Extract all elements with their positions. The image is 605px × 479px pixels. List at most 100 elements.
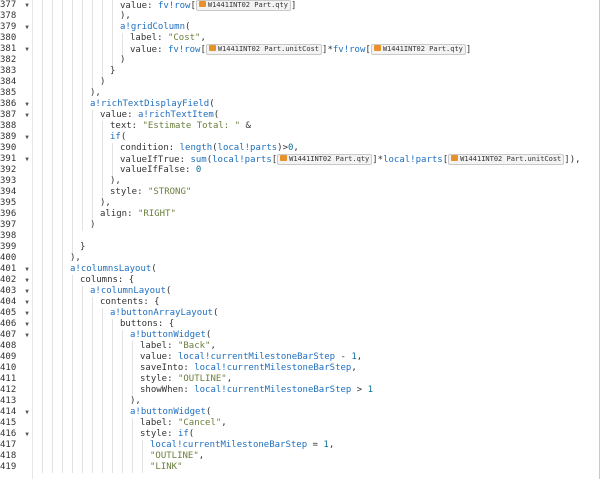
code-token: )	[100, 77, 106, 87]
code-line[interactable]: 400),	[0, 253, 598, 264]
fold-toggle-icon[interactable]: ▼	[23, 132, 31, 143]
code-line[interactable]: 393),	[0, 176, 598, 187]
indent-guide	[122, 33, 123, 44]
code-line[interactable]: 410 saveInto: local!currentMilestoneBarSt…	[0, 363, 598, 374]
record-field-chip[interactable]: W1441INT02 Part.qty	[195, 0, 291, 11]
fold-toggle-icon[interactable]: ▼	[23, 308, 31, 319]
fold-toggle-icon[interactable]: ▼	[23, 429, 31, 440]
indent-guide	[112, 44, 113, 55]
record-type-icon	[208, 45, 216, 51]
indent-guide	[112, 330, 113, 341]
fold-toggle-icon[interactable]: ▼	[23, 297, 31, 308]
line-number: 416	[0, 429, 17, 439]
indent-guide	[52, 132, 53, 143]
code-line[interactable]: 414 ▼ a!buttonWidget(	[0, 407, 598, 418]
record-field-chip[interactable]: W1441INT02 Part.unitCost	[205, 44, 323, 55]
code-line[interactable]: 415 label: "Cancel",	[0, 418, 598, 429]
code-line[interactable]: 405 ▼ a!buttonArrayLayout(	[0, 308, 598, 319]
indent-guide	[82, 110, 83, 121]
fold-toggle-icon[interactable]: ▼	[23, 110, 31, 121]
code-line[interactable]: 413),	[0, 396, 598, 407]
code-line[interactable]: 378),	[0, 11, 598, 22]
indent-guide	[62, 429, 63, 440]
record-field-chip[interactable]: W1441INT02 Part.qty	[277, 154, 373, 165]
code-line[interactable]: 384)	[0, 77, 598, 88]
code-line[interactable]: 383}	[0, 66, 598, 77]
indent-guide	[82, 363, 83, 374]
code-line[interactable]: 390 condition: length(local!parts)>0,	[0, 143, 598, 154]
line-number: 385	[0, 88, 17, 98]
indent-guide	[42, 341, 43, 352]
code-line[interactable]: 397)	[0, 220, 598, 231]
record-field-chip[interactable]: W1441INT02 Part.unitCost	[448, 154, 565, 165]
fold-toggle-icon[interactable]: ▼	[23, 154, 31, 165]
indent-guide	[72, 242, 73, 253]
fold-toggle-icon[interactable]: ▼	[23, 264, 31, 275]
code-line[interactable]: 395),	[0, 198, 598, 209]
indent-guide	[92, 176, 93, 187]
indent-guide	[112, 429, 113, 440]
code-text: )	[120, 55, 125, 66]
code-token: ,	[221, 418, 227, 428]
code-line[interactable]: 389 ▼ if(	[0, 132, 598, 143]
fold-toggle-icon[interactable]: ▼	[23, 286, 31, 297]
code-line[interactable]: 394 style: "STRONG"	[0, 187, 598, 198]
code-line[interactable]: 388 text: "Estimate Total: " &	[0, 121, 598, 132]
fold-toggle-icon[interactable]: ▼	[23, 275, 31, 286]
indent-guide	[62, 286, 63, 297]
code-line[interactable]: 377 ▼ value: fv!row[W1441INT02 Part.qty]	[0, 0, 598, 11]
code-line[interactable]: 418 "OUTLINE",	[0, 451, 598, 462]
code-editor[interactable]: 377 ▼ value: fv!row[W1441INT02 Part.qty] 37…	[0, 0, 605, 479]
code-line[interactable]: 404 ▼ contents: {	[0, 297, 598, 308]
line-number: 388	[0, 121, 17, 131]
code-token: columns: {	[80, 275, 135, 285]
code-line[interactable]: 392 valueIfFalse: 0	[0, 165, 598, 176]
indent-guide	[92, 308, 93, 319]
line-number: 389	[0, 132, 17, 142]
code-line[interactable]: 419 "LINK"	[0, 462, 598, 473]
code-line[interactable]: 381 ▼ value: fv!row[W1441INT02 Part.unitCo…	[0, 44, 598, 55]
indent-guide	[132, 418, 133, 429]
fold-toggle-icon[interactable]: ▼	[23, 44, 31, 55]
code-line[interactable]: 391 ▼ valueIfTrue: sum(local!parts[W1441IN…	[0, 154, 598, 165]
code-line[interactable]: 380 label: "Cost",	[0, 33, 598, 44]
indent-guide	[92, 440, 93, 451]
code-line[interactable]: 402 ▼ columns: {	[0, 275, 598, 286]
code-line[interactable]: 379 ▼ a!gridColumn(	[0, 22, 598, 33]
fold-toggle-icon[interactable]: ▼	[23, 99, 31, 110]
code-line[interactable]: 407 ▼ a!buttonWidget(	[0, 330, 598, 341]
code-line[interactable]: 409 value: local!currentMilestoneBarStep …	[0, 352, 598, 363]
fold-toggle-icon[interactable]: ▼	[23, 0, 31, 11]
indent-guide	[82, 121, 83, 132]
indent-guide	[112, 55, 113, 66]
fold-toggle-icon[interactable]: ▼	[23, 319, 31, 330]
fold-toggle-icon[interactable]: ▼	[23, 22, 31, 33]
code-function: sum	[190, 155, 207, 165]
code-line[interactable]: 416 ▼ style: if(	[0, 429, 598, 440]
code-line[interactable]: 396 align: "RIGHT"	[0, 209, 598, 220]
code-line[interactable]: 403 ▼ a!columnLayout(	[0, 286, 598, 297]
indent-guide	[42, 0, 43, 11]
code-string: "Cancel"	[177, 418, 222, 428]
code-line[interactable]: 382)	[0, 55, 598, 66]
code-line[interactable]: 399}	[0, 242, 598, 253]
code-line[interactable]: 386 ▼ a!richTextDisplayField(	[0, 99, 598, 110]
indent-guide	[122, 385, 123, 396]
indent-guide	[42, 198, 43, 209]
indent-guide	[72, 330, 73, 341]
record-field-chip[interactable]: W1441INT02 Part.qty	[370, 44, 466, 55]
code-token: ),	[120, 11, 131, 21]
code-line[interactable]: 408 label: "Back",	[0, 341, 598, 352]
code-line[interactable]: 406 ▼ buttons: {	[0, 319, 598, 330]
code-line[interactable]: 412 showWhen: local!currentMilestoneBarSt…	[0, 385, 598, 396]
fold-toggle-icon[interactable]: ▼	[23, 407, 31, 418]
code-line[interactable]: 387 ▼ value: a!richTextItem(	[0, 110, 598, 121]
indent-guide	[42, 176, 43, 187]
code-line[interactable]: 401 ▼ a!columnsLayout(	[0, 264, 598, 275]
code-line[interactable]: 398	[0, 231, 598, 242]
code-line[interactable]: 385),	[0, 88, 598, 99]
indent-guide	[92, 198, 93, 209]
fold-toggle-icon[interactable]: ▼	[23, 330, 31, 341]
code-line[interactable]: 411 style: "OUTLINE",	[0, 374, 598, 385]
code-line[interactable]: 417 local!currentMilestoneBarStep = 1,	[0, 440, 598, 451]
